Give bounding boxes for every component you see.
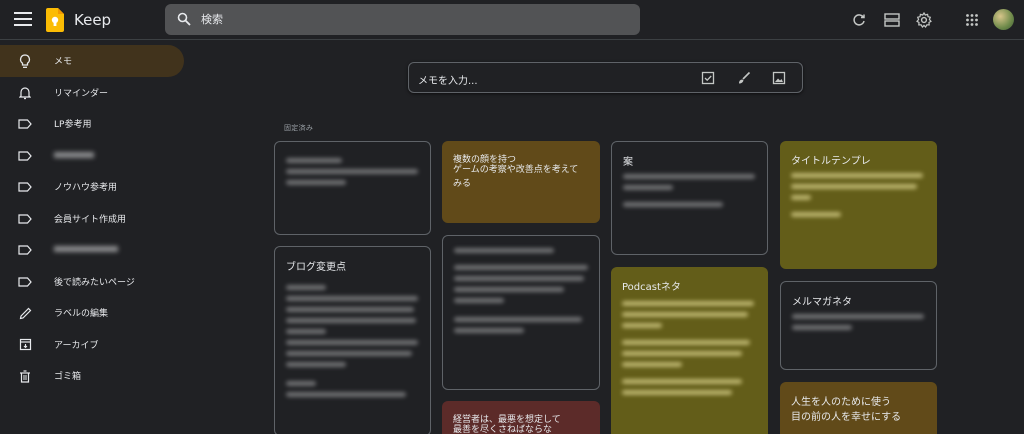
sidebar-item-member-site[interactable]: 会員サイト作成用 xyxy=(0,203,190,235)
sidebar-item-archive[interactable]: アーカイブ xyxy=(0,329,190,361)
sidebar-item-label-redacted xyxy=(54,246,118,252)
sidebar-item-read-later[interactable]: 後で読みたいページ xyxy=(0,266,190,298)
sidebar-item-label: 会員サイト作成用 xyxy=(54,214,127,225)
sidebar-item-trash[interactable]: ゴミ箱 xyxy=(0,360,190,392)
sidebar-item-label: 後で読みたいページ xyxy=(54,277,135,288)
note-title: メルマガネタ xyxy=(792,297,852,308)
bell-icon xyxy=(17,85,33,101)
note-body: 最善を尽くさねばならな xyxy=(453,425,553,434)
sidebar-item-hidden-2[interactable] xyxy=(0,234,190,266)
sidebar-item-reminder[interactable]: リマインダー xyxy=(0,77,190,109)
sidebar-item-hidden-1[interactable] xyxy=(0,140,190,172)
note-title: 案 xyxy=(623,157,633,168)
note-card[interactable]: 人生を人のために使う 目の前の人を幸せにする xyxy=(780,382,937,434)
sidebar-item-label: メモ xyxy=(54,57,73,68)
note-body: 目の前の人を幸せにする xyxy=(791,412,902,423)
search-bar[interactable] xyxy=(165,4,640,35)
note-body: ゲームの考察や改善点を考えてみる xyxy=(453,165,579,189)
image-icon[interactable] xyxy=(772,71,786,85)
label-icon xyxy=(17,211,33,227)
top-app-bar: Keep xyxy=(0,0,1024,40)
avatar[interactable] xyxy=(993,9,1014,30)
sidebar-item-label-redacted xyxy=(54,151,94,158)
note-title: 人生を人のために使う xyxy=(791,397,891,408)
label-icon xyxy=(17,242,33,258)
pinned-section-label: 固定済み xyxy=(284,124,314,132)
keep-logo-icon[interactable] xyxy=(46,8,64,32)
sidebar-item-label: ゴミ箱 xyxy=(54,372,82,383)
note-card[interactable] xyxy=(274,141,431,235)
settings-icon[interactable] xyxy=(914,10,934,30)
sidebar-item-label: リマインダー xyxy=(54,88,109,99)
label-icon xyxy=(17,116,33,132)
label-icon xyxy=(17,274,33,290)
sidebar-item-knowhow[interactable]: ノウハウ参考用 xyxy=(0,171,190,203)
note-card[interactable]: 案 xyxy=(611,141,768,255)
app-name: Keep xyxy=(74,11,112,29)
note-card[interactable]: ブログ変更点 xyxy=(274,246,431,434)
sidebar-item-label: アーカイブ xyxy=(54,340,99,351)
list-view-icon[interactable] xyxy=(882,10,902,30)
note-card[interactable]: 経営者は、最悪を想定して 最善を尽くさねばならな xyxy=(442,401,600,434)
brush-icon[interactable] xyxy=(737,71,751,85)
lightbulb-icon xyxy=(17,53,33,69)
note-card[interactable]: Podcastネタ xyxy=(611,267,768,434)
menu-icon[interactable] xyxy=(14,12,32,28)
note-title: Podcastネタ xyxy=(622,282,681,293)
take-note-placeholder[interactable]: メモを入力... xyxy=(418,72,478,87)
sidebar-item-memo[interactable]: メモ xyxy=(0,45,184,77)
pencil-icon xyxy=(17,305,33,321)
note-card[interactable]: メルマガネタ xyxy=(780,281,937,370)
trash-icon xyxy=(17,368,33,384)
apps-icon[interactable] xyxy=(962,10,982,30)
note-title: タイトルテンプレ xyxy=(791,156,871,167)
search-input[interactable] xyxy=(201,10,621,29)
archive-icon xyxy=(17,337,33,353)
sidebar: メモ リマインダー LP参考用 ノウハウ参考用 会員サイト作成用 後で読みたいペ… xyxy=(0,45,190,392)
sidebar-item-lp[interactable]: LP参考用 xyxy=(0,108,190,140)
sidebar-item-label: LP参考用 xyxy=(54,120,92,131)
checkbox-icon[interactable] xyxy=(701,71,715,85)
sidebar-item-label: ラベルの編集 xyxy=(54,309,109,320)
label-icon xyxy=(17,179,33,195)
note-card[interactable] xyxy=(442,235,600,390)
sidebar-item-label: ノウハウ参考用 xyxy=(54,183,118,194)
note-card[interactable]: 複数の顔を持つ ゲームの考察や改善点を考えてみる xyxy=(442,141,600,223)
refresh-icon[interactable] xyxy=(849,10,869,30)
sidebar-item-edit-labels[interactable]: ラベルの編集 xyxy=(0,297,190,329)
search-icon[interactable] xyxy=(177,12,191,26)
label-icon xyxy=(17,148,33,164)
note-title: ブログ変更点 xyxy=(286,262,346,273)
note-card[interactable]: タイトルテンプレ xyxy=(780,141,937,269)
take-note-bar[interactable]: メモを入力... xyxy=(408,62,803,93)
